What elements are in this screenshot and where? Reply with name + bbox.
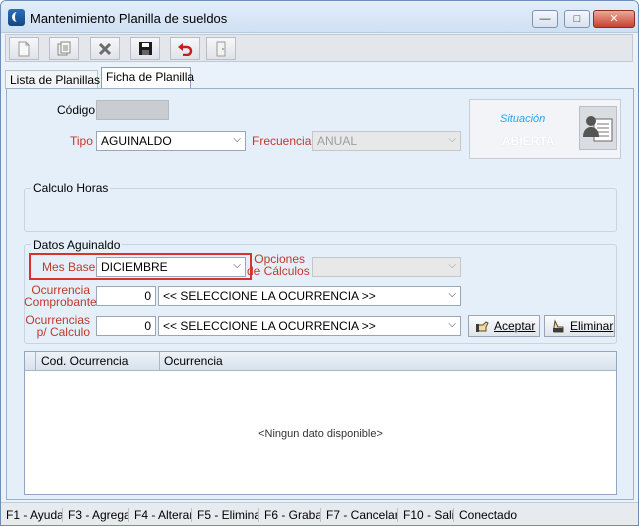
ocurrencias-calc-label-line2: p/ Calculo bbox=[36, 325, 90, 339]
document-user-icon bbox=[579, 106, 617, 150]
codigo-label: Código bbox=[57, 103, 96, 117]
copy-icon bbox=[57, 41, 71, 55]
eliminar-button[interactable]: Eliminar bbox=[544, 315, 615, 337]
eliminar-label: Eliminar bbox=[570, 319, 614, 333]
calculo-horas-title: Calculo Horas bbox=[31, 181, 111, 195]
new-button[interactable] bbox=[9, 37, 39, 60]
ocurrencias-grid[interactable]: Cod. Ocurrencia Ocurrencia <Ningun dato … bbox=[24, 351, 617, 495]
opciones-label-line2: de Cálculos bbox=[247, 264, 310, 278]
chevron-down-icon: ⌵ bbox=[448, 134, 456, 145]
app-logo-icon bbox=[8, 9, 25, 26]
grid-col-cod-ocurrencia[interactable]: Cod. Ocurrencia bbox=[41, 354, 128, 368]
tab-ficha-de-planilla[interactable]: Ficha de Planilla bbox=[101, 67, 194, 89]
codigo-field[interactable] bbox=[96, 100, 169, 120]
grid-separator bbox=[159, 352, 160, 371]
datos-aguinaldo-title: Datos Aguinaldo bbox=[31, 238, 123, 252]
ocurrencia-comprobante-label: Ocurrencia Comprobante bbox=[24, 284, 97, 309]
undo-icon bbox=[178, 42, 193, 56]
grid-header: Cod. Ocurrencia Ocurrencia bbox=[25, 352, 616, 371]
app-window: Mantenimiento Planilla de sueldos — □ ✕ … bbox=[0, 0, 639, 526]
delete-icon bbox=[98, 42, 112, 55]
maximize-button[interactable]: □ bbox=[564, 10, 590, 28]
opciones-calculos-select[interactable]: ⌵ bbox=[312, 257, 461, 277]
chevron-down-icon: ⌵ bbox=[448, 260, 456, 271]
grid-empty-message: <Ningun dato disponible> bbox=[258, 428, 383, 440]
status-bar: F1 - Ayuda F3 - Agregar F4 - Alterar F5 … bbox=[1, 502, 638, 525]
toolbar bbox=[5, 34, 633, 62]
chevron-down-icon: ⌵ bbox=[233, 134, 241, 145]
statusbar-f10[interactable]: F10 - Salir bbox=[398, 508, 454, 522]
aceptar-button[interactable]: Aceptar bbox=[468, 315, 540, 337]
ficha-panel: Código Tipo AGUINALDO ⌵ Frecuencia ANUAL… bbox=[6, 88, 634, 500]
exit-button[interactable] bbox=[206, 37, 236, 60]
mes-base-value: DICIEMBRE bbox=[101, 260, 168, 274]
situacion-box: Situación ABIERTA bbox=[469, 99, 621, 159]
connection-status: Conectado bbox=[459, 508, 518, 522]
grid-col-ocurrencia[interactable]: Ocurrencia bbox=[164, 354, 223, 368]
close-button[interactable]: ✕ bbox=[593, 10, 635, 28]
copy-button[interactable] bbox=[49, 37, 79, 60]
save-button[interactable] bbox=[130, 37, 160, 60]
ocurrencia-comprobante-value: << SELECCIONE LA OCURRENCIA >> bbox=[163, 289, 376, 303]
frecuencia-select[interactable]: ANUAL ⌵ bbox=[312, 131, 461, 151]
statusbar-f4[interactable]: F4 - Alterar bbox=[129, 508, 192, 522]
ocurrencias-calculo-number[interactable]: 0 bbox=[96, 316, 156, 336]
frecuencia-value: ANUAL bbox=[317, 134, 358, 148]
ocurrencia-comprobante-number[interactable]: 0 bbox=[96, 286, 156, 306]
ocurrencias-calculo-label: Ocurrencias p/ Calculo bbox=[24, 314, 90, 338]
chevron-down-icon: ⌵ bbox=[233, 260, 241, 271]
hand-pointer-icon bbox=[476, 321, 489, 332]
hand-delete-icon bbox=[553, 319, 564, 333]
situacion-value: ABIERTA bbox=[502, 134, 555, 148]
tipo-value: AGUINALDO bbox=[101, 134, 172, 148]
mes-base-select[interactable]: DICIEMBRE ⌵ bbox=[96, 257, 246, 277]
mes-base-label: Mes Base bbox=[42, 260, 96, 274]
ocurrencias-calculo-value: << SELECCIONE LA OCURRENCIA >> bbox=[163, 319, 376, 333]
title-bar: Mantenimiento Planilla de sueldos — □ ✕ bbox=[1, 1, 638, 33]
minimize-button[interactable]: — bbox=[532, 10, 558, 28]
chevron-down-icon: ⌵ bbox=[448, 289, 456, 300]
statusbar-f6[interactable]: F6 - Grabar bbox=[259, 508, 321, 522]
chevron-down-icon: ⌵ bbox=[448, 319, 456, 330]
window-title: Mantenimiento Planilla de sueldos bbox=[30, 11, 228, 26]
undo-button[interactable] bbox=[170, 37, 200, 60]
aceptar-label: Aceptar bbox=[494, 319, 536, 333]
ocurrencia-comp-label-line2: Comprobante bbox=[24, 295, 97, 309]
statusbar-f1[interactable]: F1 - Ayuda bbox=[1, 508, 63, 522]
grid-separator bbox=[35, 352, 36, 371]
ocurrencia-comprobante-select[interactable]: << SELECCIONE LA OCURRENCIA >> ⌵ bbox=[158, 286, 461, 306]
new-icon bbox=[18, 41, 30, 56]
statusbar-f7[interactable]: F7 - Cancelar bbox=[321, 508, 398, 522]
ocurrencias-calculo-select[interactable]: << SELECCIONE LA OCURRENCIA >> ⌵ bbox=[158, 316, 461, 336]
tipo-label: Tipo bbox=[70, 134, 93, 148]
delete-button[interactable] bbox=[90, 37, 120, 60]
opciones-calculos-label: Opciones de Cálculos bbox=[247, 253, 310, 278]
tipo-select[interactable]: AGUINALDO ⌵ bbox=[96, 131, 246, 151]
situacion-caption: Situación bbox=[500, 113, 546, 125]
tab-lista-de-planillas[interactable]: Lista de Planillas bbox=[5, 70, 100, 89]
statusbar-f5[interactable]: F5 - Eliminar bbox=[192, 508, 259, 522]
exit-icon bbox=[216, 41, 226, 56]
frecuencia-label: Frecuencia bbox=[252, 134, 312, 148]
calculo-horas-group: Calculo Horas bbox=[24, 181, 617, 232]
save-icon bbox=[138, 42, 152, 55]
statusbar-f3[interactable]: F3 - Agregar bbox=[63, 508, 129, 522]
